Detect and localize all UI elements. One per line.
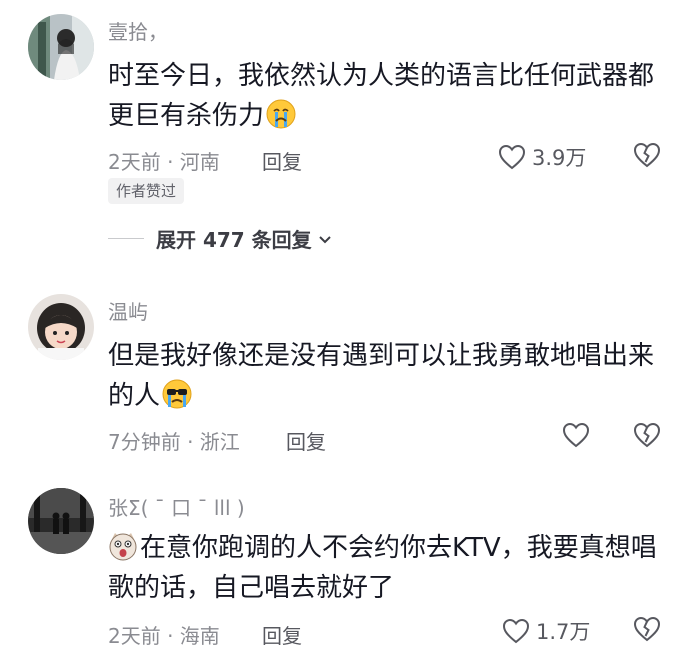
- dislike-button[interactable]: [633, 616, 661, 646]
- comment-text: 但是我好像还是没有遇到可以让我勇敢地唱出来的人: [108, 336, 668, 416]
- heart-icon: [502, 618, 530, 644]
- username[interactable]: 壹拾，: [108, 16, 168, 45]
- avatar[interactable]: [28, 488, 94, 554]
- comment-meta: 2天前 · 海南: [108, 624, 220, 648]
- avatar[interactable]: [28, 294, 94, 360]
- avatar[interactable]: [28, 14, 94, 80]
- username[interactable]: 张Σ( ¯ 口 ¯ lll ): [108, 492, 245, 521]
- username[interactable]: 温屿: [108, 296, 148, 325]
- comment-text-content: 在意你跑调的人不会约你去KTV，我要真想唱歌的话，自己唱去就好了: [108, 533, 657, 603]
- like-button[interactable]: [562, 422, 590, 448]
- reply-button[interactable]: 回复: [262, 146, 302, 175]
- comment-text: 在意你跑调的人不会约你去KTV，我要真想唱歌的话，自己唱去就好了: [108, 528, 668, 608]
- chevron-down-icon: [318, 235, 331, 243]
- dislike-button[interactable]: [633, 422, 661, 452]
- comment-3: 张Σ( ¯ 口 ¯ lll ) 在意你跑调的人不会约你去KTV，我要真想唱歌的话…: [0, 478, 690, 653]
- heart-icon: [562, 422, 590, 448]
- comment-text-content: 时至今日，我依然认为人类的语言比任何武器都更巨有杀伤力: [108, 61, 655, 131]
- comment-1: 壹拾， 时至今日，我依然认为人类的语言比任何武器都更巨有杀伤力 2天前 · 河南…: [0, 0, 690, 270]
- crying-face-emoji: [266, 99, 296, 129]
- expand-replies-button[interactable]: 展开 477 条回复: [108, 224, 334, 253]
- heart-icon: [498, 144, 526, 170]
- author-liked-badge: 作者赞过: [108, 178, 185, 204]
- dislike-button[interactable]: [633, 142, 661, 172]
- expand-divider: [108, 238, 144, 239]
- comment-2: 温屿 但是我好像还是没有遇到可以让我勇敢地唱出来的人 7分钟前 · 浙江 回复: [0, 280, 690, 470]
- broken-heart-icon: [633, 422, 661, 448]
- crying-sunglasses-emoji: [162, 379, 192, 409]
- like-count: 1.7万: [536, 620, 591, 644]
- comment-meta: 7分钟前 · 浙江: [108, 430, 240, 454]
- reply-button[interactable]: 回复: [286, 426, 326, 455]
- expand-replies-label: 展开 477 条回复: [156, 228, 312, 252]
- reply-button[interactable]: 回复: [262, 620, 302, 649]
- broken-heart-icon: [633, 142, 661, 168]
- broken-heart-icon: [633, 616, 661, 642]
- shocked-cat-emoji: [109, 533, 137, 561]
- like-button[interactable]: 1.7万: [502, 616, 590, 646]
- comment-meta: 2天前 · 河南: [108, 150, 220, 174]
- like-count: 3.9万: [532, 146, 587, 170]
- like-button[interactable]: 3.9万: [498, 142, 586, 172]
- comment-text: 时至今日，我依然认为人类的语言比任何武器都更巨有杀伤力: [108, 56, 668, 136]
